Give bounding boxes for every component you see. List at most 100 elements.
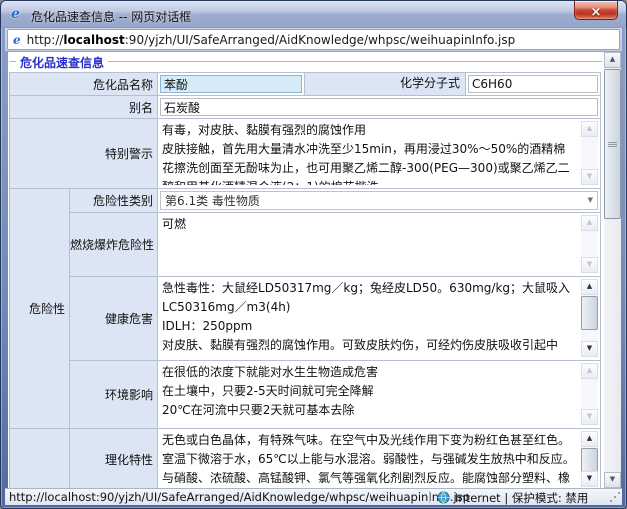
health-value-cell: 急性毒性：大鼠经LD50317mg／kg；兔经皮LD50。630mg/kg；大鼠… <box>158 277 601 361</box>
name-label: 危化品名称 <box>93 78 153 92</box>
scroll-down-button[interactable] <box>581 341 598 357</box>
url-host: localhost <box>63 33 124 47</box>
explosion-label: 燃烧爆炸危险性 <box>70 238 154 252</box>
name-input[interactable] <box>160 75 302 93</box>
url-path: :90/yjzh/UI/SafeArranged/AidKnowledge/wh… <box>125 33 515 47</box>
table-row: 特别警示 有毒，对皮肤、黏膜有强烈的腐蚀作用 皮肤接触，首先用大量清水冲洗至少1… <box>10 119 601 189</box>
arrow-up-icon <box>582 432 597 445</box>
properties-label-cell: 理化特性 <box>70 429 158 489</box>
table-row: 理化特性 无色或白色晶体，有特殊气味。在空气中及光线作用下变为粉红色甚至红色。室… <box>10 429 601 489</box>
arrow-up-icon <box>582 280 597 293</box>
explosion-textarea[interactable]: 可燃 <box>158 213 600 275</box>
resize-grip[interactable] <box>608 491 621 504</box>
arrow-down-icon <box>605 473 620 486</box>
arrow-up-icon <box>582 364 597 377</box>
status-url: http://localhost:90/yjzh/UI/SafeArranged… <box>9 490 470 504</box>
window-title: 危化品速查信息 -- 网页对话框 <box>31 8 191 25</box>
environment-value-cell: 在很低的浓度下就能对水生生物造成危害 在土壤中，只要2-5天时间就可完全降解 2… <box>158 361 601 429</box>
arrow-down-icon <box>582 170 597 183</box>
arrow-down-icon <box>582 342 597 355</box>
environment-label-cell: 环境影响 <box>70 361 158 429</box>
hazard-class-select[interactable]: 第6.1类 毒性物质 <box>160 191 598 210</box>
chemical-info-table: 危化品名称 化学分子式 别名 <box>9 72 601 488</box>
health-label-cell: 健康危害 <box>70 277 158 361</box>
address-bar: http://localhost:90/yjzh/UI/SafeArranged… <box>5 28 622 52</box>
warning-value-cell: 有毒，对皮肤、黏膜有强烈的腐蚀作用 皮肤接触，首先用大量清水冲洗至少15min，… <box>158 119 601 189</box>
properties-textarea[interactable]: 无色或白色晶体，有特殊气味。在空气中及光线作用下变为粉红色甚至红色。室温下微溶于… <box>158 429 600 488</box>
hazard-group-cell: 危险性 <box>10 189 70 429</box>
alias-label-cell: 别名 <box>10 96 158 119</box>
table-row: 危化品名称 化学分子式 <box>10 73 601 96</box>
scroll-down-button[interactable] <box>581 169 598 185</box>
scrollbar-thumb[interactable] <box>581 296 598 330</box>
environment-text: 在很低的浓度下就能对水生生物造成危害 在土壤中，只要2-5天时间就可完全降解 2… <box>162 363 576 425</box>
table-row: 健康危害 急性毒性：大鼠经LD50317mg／kg；兔经皮LD50。630mg/… <box>10 277 601 361</box>
warning-label-cell: 特别警示 <box>10 119 158 189</box>
health-text: 急性毒性：大鼠经LD50317mg／kg；兔经皮LD50。630mg/kg；大鼠… <box>162 279 576 357</box>
warning-text: 有毒，对皮肤、黏膜有强烈的腐蚀作用 皮肤接触，首先用大量清水冲洗至少15min，… <box>162 121 576 185</box>
health-textarea[interactable]: 急性毒性：大鼠经LD50317mg／kg；兔经皮LD50。630mg/kg；大鼠… <box>158 277 600 359</box>
page-content: 危化品速查信息 危化品名称 化学分子式 <box>8 52 604 488</box>
environment-scrollbar[interactable] <box>581 363 598 425</box>
alias-label: 别名 <box>129 101 153 115</box>
thumb-grip-icon <box>608 142 617 143</box>
scroll-down-button[interactable] <box>581 409 598 425</box>
main-scroll-up-button[interactable] <box>604 52 621 68</box>
formula-label-cell: 化学分子式 <box>304 73 466 95</box>
environment-label: 环境影响 <box>105 388 153 402</box>
properties-text: 无色或白色晶体，有特殊气味。在空气中及光线作用下变为粉红色甚至红色。室温下微溶于… <box>162 431 576 487</box>
chevron-down-icon <box>588 191 593 210</box>
page-title: 危化品速查信息 <box>16 54 108 71</box>
close-button[interactable] <box>574 1 618 20</box>
main-scrollbar[interactable] <box>604 52 621 488</box>
address-input[interactable]: http://localhost:90/yjzh/UI/SafeArranged… <box>7 29 620 50</box>
arrow-down-icon <box>582 258 597 271</box>
globe-icon <box>437 491 450 507</box>
scroll-up-button[interactable] <box>581 279 598 295</box>
table-row: 燃烧爆炸危险性 可燃 <box>10 213 601 277</box>
security-zone-text: Internet | 保护模式: 禁用 <box>455 490 588 506</box>
url-prefix: http:// <box>27 33 64 47</box>
main-scrollbar-thumb[interactable] <box>604 69 621 219</box>
arrow-down-icon <box>582 410 597 423</box>
formula-label: 化学分子式 <box>400 76 460 90</box>
name-value-cell: 化学分子式 <box>158 73 601 96</box>
scroll-down-button[interactable] <box>581 257 598 273</box>
table-row: 危险性 危险性类别 第6.1类 毒性物质 <box>10 189 601 213</box>
scroll-up-button[interactable] <box>581 121 598 137</box>
hazard-class-label-cell: 危险性类别 <box>70 189 158 213</box>
arrow-up-icon <box>605 53 620 66</box>
ie-page-icon <box>13 33 21 47</box>
status-bar: http://localhost:90/yjzh/UI/SafeArranged… <box>5 488 622 505</box>
main-scroll-down-button[interactable] <box>604 472 621 488</box>
scroll-down-button[interactable] <box>581 471 598 487</box>
title-bar: 危化品速查信息 -- 网页对话框 <box>1 1 626 28</box>
explosion-scrollbar[interactable] <box>581 215 598 273</box>
properties-scrollbar[interactable] <box>581 431 598 487</box>
explosion-text: 可燃 <box>162 215 576 273</box>
warning-scrollbar[interactable] <box>581 121 598 185</box>
table-row: 环境影响 在很低的浓度下就能对水生生物造成危害 在土壤中，只要2-5天时间就可完… <box>10 361 601 429</box>
properties-value-cell: 无色或白色晶体，有特殊气味。在空气中及光线作用下变为粉红色甚至红色。室温下微溶于… <box>158 429 601 489</box>
warning-textarea[interactable]: 有毒，对皮肤、黏膜有强烈的腐蚀作用 皮肤接触，首先用大量清水冲洗至少15min，… <box>158 119 600 187</box>
explosion-value-cell: 可燃 <box>158 213 601 277</box>
arrow-up-icon <box>582 122 597 135</box>
name-label-cell: 危化品名称 <box>10 73 158 96</box>
fieldset-legend: 危化品速查信息 <box>8 52 604 72</box>
environment-textarea[interactable]: 在很低的浓度下就能对水生生物造成危害 在土壤中，只要2-5天时间就可完全降解 2… <box>158 361 600 427</box>
scroll-up-button[interactable] <box>581 431 598 447</box>
scroll-up-button[interactable] <box>581 363 598 379</box>
hazard-group-label: 危险性 <box>29 302 65 316</box>
hazard-class-value: 第6.1类 毒性物质 <box>165 192 588 209</box>
table-row: 别名 <box>10 96 601 119</box>
warning-label: 特别警示 <box>105 147 153 161</box>
status-separator <box>429 491 430 503</box>
empty-group-cell <box>10 429 70 489</box>
scroll-up-button[interactable] <box>581 215 598 231</box>
health-label: 健康危害 <box>105 312 153 326</box>
health-scrollbar[interactable] <box>581 279 598 357</box>
ie-icon <box>11 6 20 22</box>
alias-input[interactable] <box>160 98 598 116</box>
formula-input[interactable] <box>468 75 598 93</box>
hazard-class-label: 危险性类别 <box>93 194 153 208</box>
